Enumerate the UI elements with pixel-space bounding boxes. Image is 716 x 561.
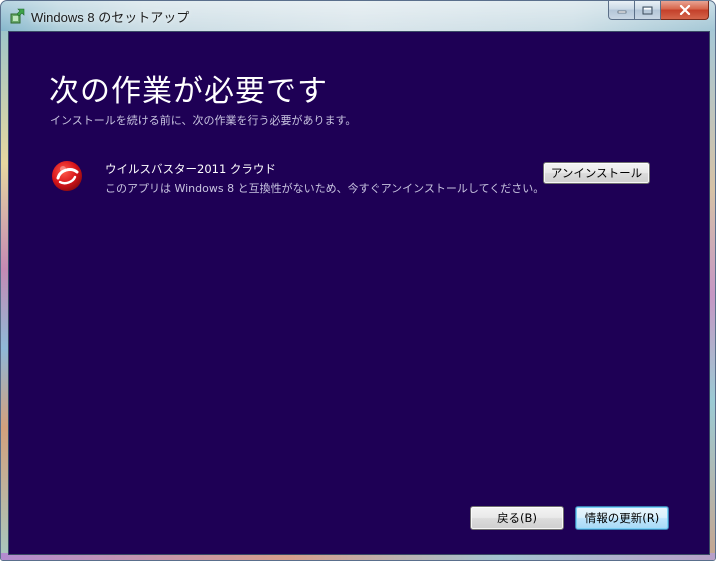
title-bar[interactable]: Windows 8 のセットアップ bbox=[1, 1, 715, 31]
setup-content: 次の作業が必要です インストールを続ける前に、次の作業を行う必要があります。 ウ… bbox=[8, 31, 710, 555]
window-frame-left bbox=[1, 31, 8, 560]
trend-micro-icon bbox=[52, 161, 82, 191]
caption-buttons bbox=[608, 1, 709, 21]
uninstall-button[interactable]: アンインストール bbox=[543, 162, 650, 184]
maximize-icon bbox=[642, 6, 653, 14]
item-description: このアプリは Windows 8 と互換性がないため、今すぐアンインストールして… bbox=[105, 182, 545, 195]
setup-window: Windows 8 のセットアップ 次の作業が必要です インストールを続ける前に… bbox=[0, 0, 716, 561]
back-button[interactable]: 戻る(B) bbox=[470, 506, 564, 530]
refresh-button[interactable]: 情報の更新(R) bbox=[575, 506, 669, 530]
close-icon bbox=[679, 5, 690, 15]
page-title: 次の作業が必要です bbox=[49, 74, 328, 109]
page-subtitle: インストールを続ける前に、次の作業を行う必要があります。 bbox=[50, 114, 357, 127]
item-name: ウイルスバスター2011 クラウド bbox=[105, 162, 276, 176]
minimize-button[interactable] bbox=[608, 1, 635, 20]
window-title: Windows 8 のセットアップ bbox=[31, 10, 190, 25]
setup-app-icon bbox=[10, 8, 25, 24]
maximize-button[interactable] bbox=[635, 1, 661, 20]
close-button[interactable] bbox=[661, 1, 709, 20]
minimize-icon bbox=[617, 10, 626, 14]
